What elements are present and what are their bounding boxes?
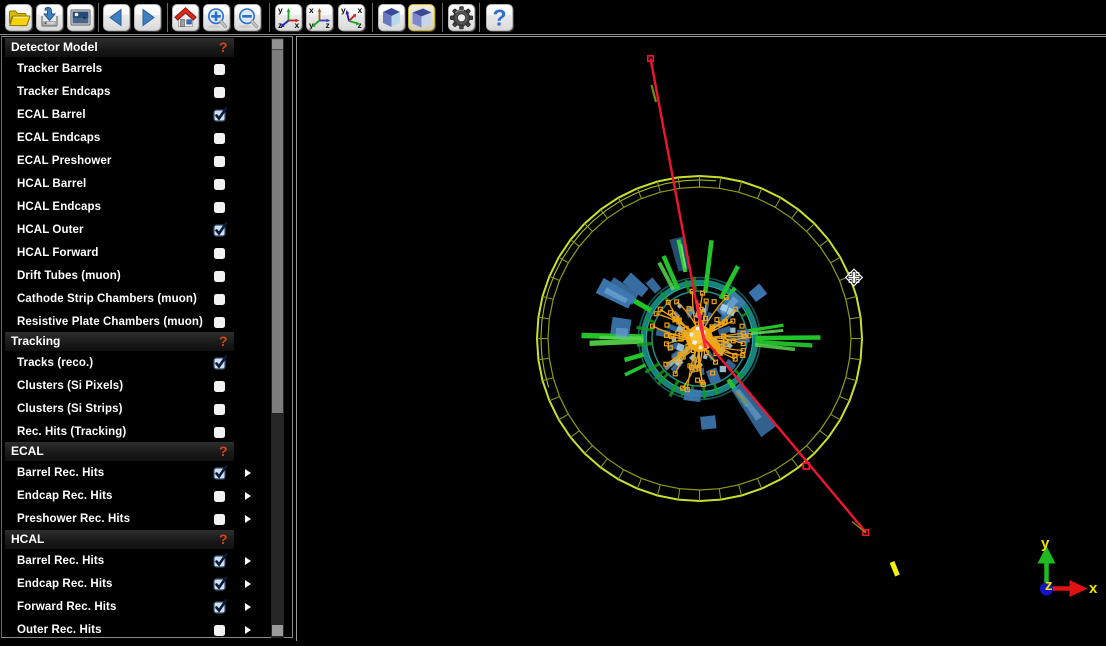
svg-text:x: x bbox=[309, 5, 314, 15]
svg-text:x: x bbox=[358, 5, 363, 15]
svg-text:?: ? bbox=[492, 5, 506, 31]
svg-text:z: z bbox=[1045, 577, 1053, 594]
svg-text:y: y bbox=[1041, 535, 1050, 552]
svg-text:x: x bbox=[1089, 580, 1098, 597]
svg-text:y: y bbox=[278, 5, 283, 15]
svg-text:y: y bbox=[341, 5, 346, 15]
svg-text:z: z bbox=[358, 20, 362, 30]
